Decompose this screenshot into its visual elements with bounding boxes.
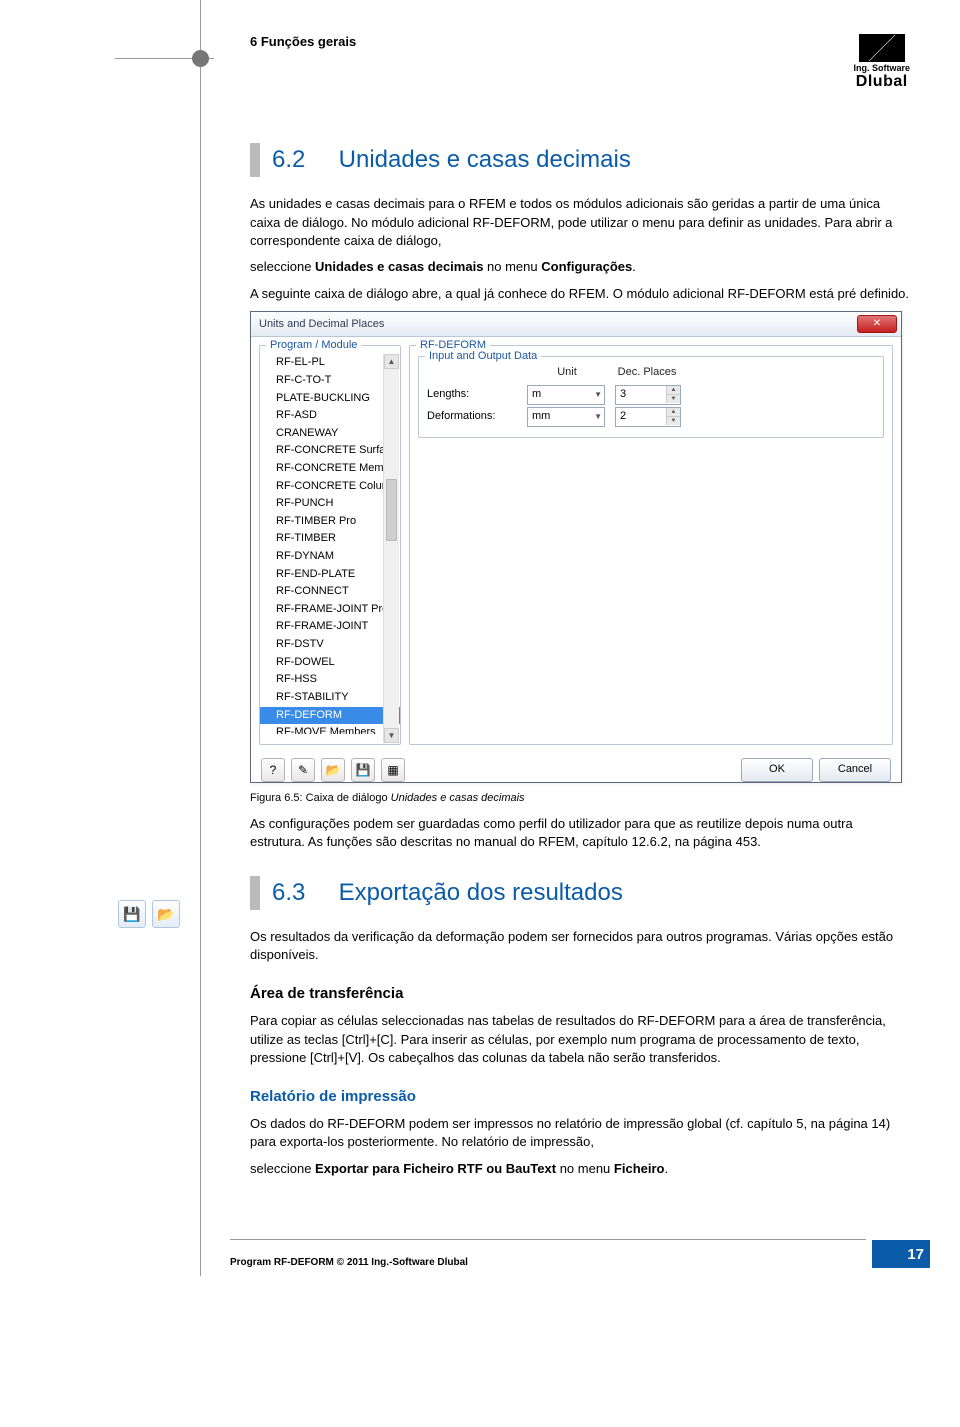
module-list-item[interactable]: RF-FRAME-JOINT [260, 618, 400, 636]
module-list-legend: Program / Module [266, 338, 361, 354]
spin-down-icon[interactable]: ▼ [666, 395, 680, 403]
s62-p1: As unidades e casas decimais para o RFEM… [250, 195, 910, 250]
open-profile-margin-icon[interactable]: 📂 [152, 900, 180, 928]
s63-p2: Para copiar as células seleccionadas nas… [250, 1012, 910, 1067]
module-list-item[interactable]: RF-CONNECT [260, 583, 400, 601]
margin-toolbar-icons: 💾 📂 [118, 900, 180, 928]
footer-rule [230, 1239, 866, 1240]
section-6-3-heading: 6.3 Exportação dos resultados [250, 876, 910, 910]
brand-subtitle: Ing. Software [853, 63, 910, 73]
section-6-2-heading: 6.2 Unidades e casas decimais [250, 143, 910, 177]
corner-dot [192, 50, 209, 67]
section-6-2-title: Unidades e casas decimais [339, 146, 631, 173]
io-data-group: Input and Output Data Unit Dec. Places L… [418, 356, 884, 438]
module-list-item[interactable]: RF-CONCRETE Surfac [260, 442, 400, 460]
module-list-item[interactable]: RF-STABILITY [260, 689, 400, 707]
module-list-item[interactable]: CRANEWAY [260, 425, 400, 443]
module-list-item[interactable]: RF-FRAME-JOINT Pro [260, 601, 400, 619]
chapter-heading: 6 Funções gerais [250, 34, 356, 49]
module-list-item[interactable]: RF-HSS [260, 671, 400, 689]
edit-icon[interactable]: ✎ [291, 758, 315, 782]
chevron-down-icon: ▼ [594, 411, 602, 422]
spin-up-icon[interactable]: ▲ [666, 408, 680, 417]
brand-name: Dlubal [853, 73, 910, 91]
module-list-item[interactable]: RF-DSTV [260, 636, 400, 654]
help-icon[interactable]: ? [261, 758, 285, 782]
cancel-button[interactable]: Cancel [819, 758, 891, 782]
s63-p4: seleccione Exportar para Ficheiro RTF ou… [250, 1160, 910, 1178]
s62-p4: As configurações podem ser guardadas com… [250, 815, 910, 852]
page-number: 17 [872, 1240, 930, 1268]
columns-header: Unit Dec. Places [427, 365, 875, 381]
module-list-item[interactable]: RF-END-PLATE [260, 566, 400, 584]
module-list-item[interactable]: RF-CONCRETE Colum [260, 478, 400, 496]
unit-combo[interactable]: mm▼ [527, 407, 605, 427]
save-profile-icon[interactable]: 💾 [351, 758, 375, 782]
settings-row: Deformations:mm▼ 2▲▼ [427, 407, 875, 427]
save-profile-margin-icon[interactable]: 💾 [118, 900, 146, 928]
module-list-item[interactable]: RF-DEFORM [260, 707, 400, 725]
col-unit-label: Unit [527, 365, 607, 381]
chevron-down-icon: ▼ [594, 389, 602, 400]
page-horizontal-rule-l [115, 58, 203, 59]
scroll-up-icon[interactable]: ▲ [384, 354, 399, 369]
ok-button[interactable]: OK [741, 758, 813, 782]
module-list-item[interactable]: RF-EL-PL [260, 354, 400, 372]
module-list-scrollbar[interactable]: ▲ ▼ [383, 354, 399, 743]
col-dec-label: Dec. Places [607, 365, 687, 381]
spin-up-icon[interactable]: ▲ [666, 386, 680, 395]
module-list-item[interactable]: RF-TIMBER Pro [260, 513, 400, 531]
decimals-spinner[interactable]: 2▲▼ [615, 407, 681, 427]
footer-copyright: Program RF-DEFORM © 2011 Ing.-Software D… [230, 1257, 468, 1268]
units-dialog: Units and Decimal Places ✕ Program / Mod… [250, 311, 902, 783]
s62-p3: A seguinte caixa de diálogo abre, a qual… [250, 285, 910, 303]
brand-block: Ing. Software Dlubal [853, 34, 910, 91]
module-list-item[interactable]: RF-DOWEL [260, 654, 400, 672]
section-6-2-number: 6.2 [272, 143, 332, 177]
module-list-item[interactable]: RF-DYNAM [260, 548, 400, 566]
s63-p3: Os dados do RF-DEFORM podem ser impresso… [250, 1115, 910, 1152]
scroll-down-icon[interactable]: ▼ [384, 728, 399, 743]
dialog-title: Units and Decimal Places [259, 317, 384, 333]
module-list-item[interactable]: RF-TIMBER [260, 530, 400, 548]
row-label: Lengths: [427, 387, 527, 403]
s63-h1: Área de transferência [250, 983, 910, 1004]
module-list-panel: Program / Module RF-EL-PLRF-C-TO-TPLATE-… [259, 345, 401, 745]
details-icon[interactable]: ▦ [381, 758, 405, 782]
module-list-item[interactable]: PLATE-BUCKLING [260, 390, 400, 408]
module-list-item[interactable]: RF-ASD [260, 407, 400, 425]
unit-combo[interactable]: m▼ [527, 385, 605, 405]
page-vertical-rule [200, 0, 201, 1276]
scroll-thumb[interactable] [386, 479, 397, 541]
figure-caption: Figura 6.5: Caixa de diálogo Unidades e … [250, 791, 910, 807]
module-list-item[interactable]: RF-C-TO-T [260, 372, 400, 390]
spin-down-icon[interactable]: ▼ [666, 417, 680, 425]
decimals-spinner[interactable]: 3▲▼ [615, 385, 681, 405]
settings-row: Lengths:m▼ 3▲▼ [427, 385, 875, 405]
module-list-item[interactable]: RF-PUNCH [260, 495, 400, 513]
s62-p2: seleccione Unidades e casas decimais no … [250, 258, 910, 276]
section-6-3-title: Exportação dos resultados [339, 879, 623, 906]
io-data-legend: Input and Output Data [425, 349, 541, 365]
section-6-3-number: 6.3 [272, 876, 332, 910]
open-profile-icon[interactable]: 📂 [321, 758, 345, 782]
dialog-titlebar[interactable]: Units and Decimal Places ✕ [251, 312, 901, 337]
s63-h2: Relatório de impressão [250, 1086, 910, 1107]
settings-panel: RF-DEFORM Input and Output Data Unit Dec… [409, 345, 893, 745]
dialog-close-button[interactable]: ✕ [857, 315, 897, 333]
s63-p1: Os resultados da verificação da deformaç… [250, 928, 910, 965]
row-label: Deformations: [427, 409, 527, 425]
brand-logo-icon [859, 34, 905, 62]
module-list-item[interactable]: RF-CONCRETE Memb [260, 460, 400, 478]
module-list-item[interactable]: RF-MOVE Members [260, 724, 400, 734]
